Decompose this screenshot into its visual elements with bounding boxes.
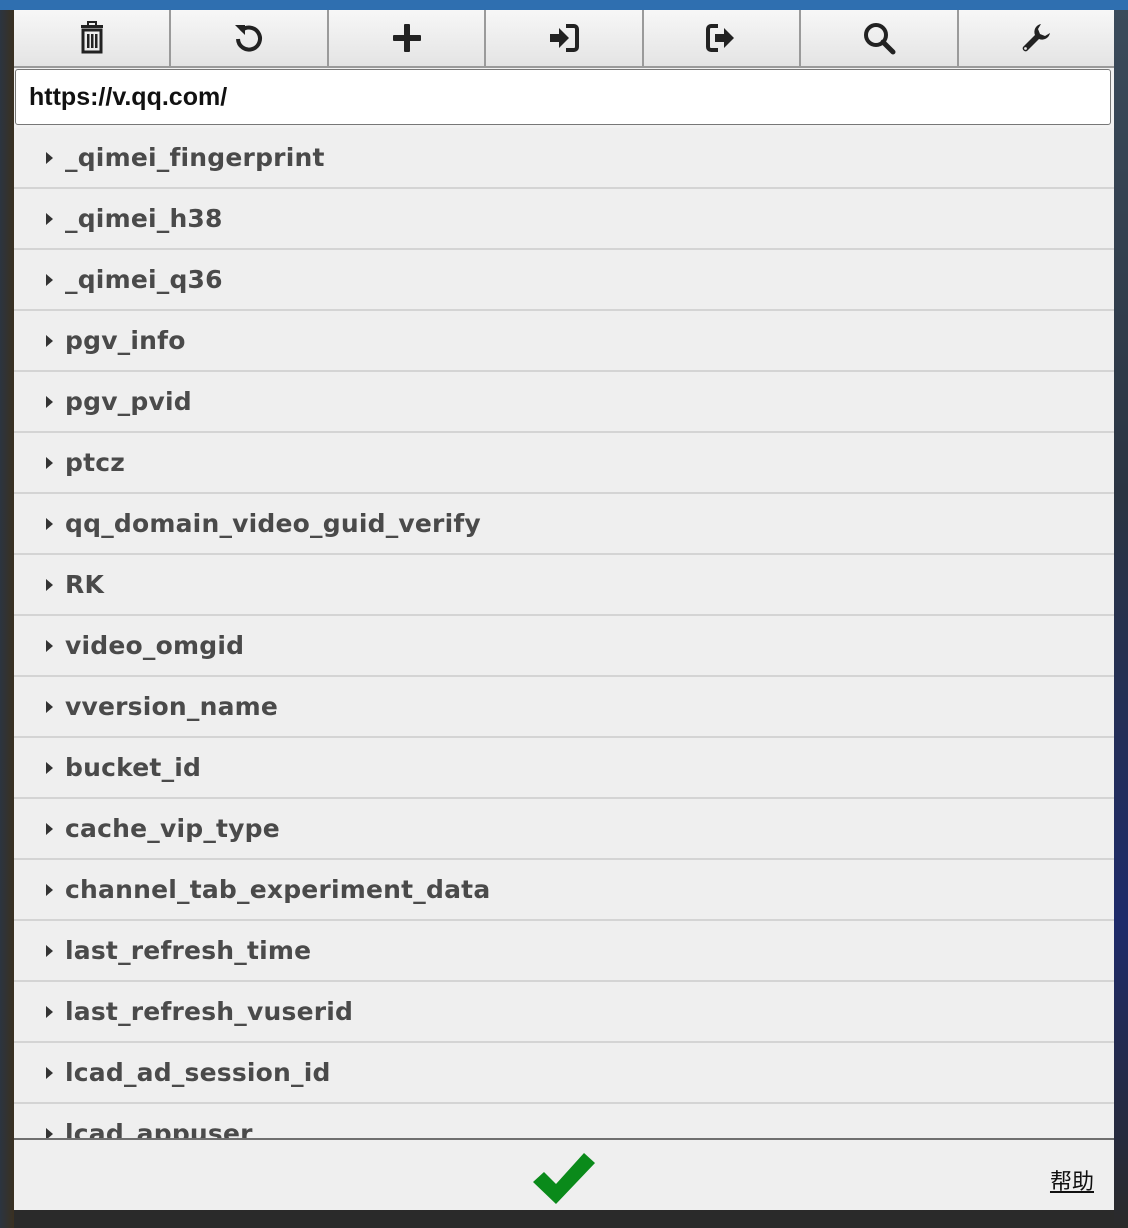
import-button[interactable] — [486, 10, 644, 66]
expand-caret-icon — [46, 639, 53, 652]
expand-caret-icon — [46, 212, 53, 225]
expand-caret-icon — [46, 1066, 53, 1079]
cookie-row[interactable]: RK — [14, 555, 1114, 616]
cookie-name: cache_vip_type — [65, 814, 280, 843]
cookie-row[interactable]: pgv_info — [14, 311, 1114, 372]
cookie-row[interactable]: _qimei_fingerprint — [14, 128, 1114, 189]
expand-caret-icon — [46, 151, 53, 164]
expand-caret-icon — [46, 883, 53, 896]
search-icon — [863, 23, 896, 55]
cookie-name: last_refresh_vuserid — [65, 997, 354, 1026]
expand-caret-icon — [46, 1127, 53, 1138]
cookie-row[interactable]: bucket_id — [14, 738, 1114, 799]
cookie-row[interactable]: _qimei_q36 — [14, 250, 1114, 311]
cookie-name: ptcz — [65, 448, 126, 477]
cookie-row[interactable]: _qimei_h38 — [14, 189, 1114, 250]
cookie-name: _qimei_fingerprint — [65, 143, 325, 172]
expand-caret-icon — [46, 761, 53, 774]
wrench-icon — [1022, 24, 1051, 52]
expand-caret-icon — [46, 700, 53, 713]
cookie-list: _qimei_fingerprint _qimei_h38 _qimei_q36pg… — [14, 128, 1114, 1138]
cookie-name: pgv_pvid — [65, 387, 192, 416]
trash-icon — [80, 21, 103, 54]
expand-caret-icon — [46, 1005, 53, 1018]
cookie-name: vversion_name — [65, 692, 279, 721]
export-button[interactable] — [643, 10, 802, 66]
footer: 帮助 — [14, 1138, 1114, 1210]
cookie-row[interactable]: last_refresh_vuserid — [14, 982, 1114, 1043]
refresh-icon — [235, 25, 263, 52]
settings-button[interactable] — [958, 10, 1114, 66]
cookie-row[interactable]: lcad_ad_session_id — [14, 1043, 1114, 1104]
expand-caret-icon — [46, 456, 53, 469]
cookie-name: channel_tab_experiment_data — [65, 875, 491, 904]
plus-icon — [392, 24, 421, 52]
cookie-name: RK — [65, 570, 105, 599]
cookie-name: bucket_id — [65, 753, 202, 782]
cookie-name: lcad_appuser — [65, 1119, 253, 1138]
cookie-editor-popup: _qimei_fingerprint _qimei_h38 _qimei_q36pg… — [14, 10, 1114, 1210]
cookie-row[interactable]: qq_domain_video_guid_verify — [14, 494, 1114, 555]
cookie-name: pgv_info — [65, 326, 186, 355]
cookie-row[interactable]: cache_vip_type — [14, 799, 1114, 860]
delete-all-button[interactable] — [14, 10, 172, 66]
url-input[interactable] — [15, 69, 1111, 125]
help-link[interactable]: 帮助 — [1050, 1164, 1094, 1196]
expand-caret-icon — [46, 822, 53, 835]
checkmark-icon — [533, 1153, 595, 1204]
cookie-row[interactable]: video_omgid — [14, 616, 1114, 677]
add-cookie-button[interactable] — [328, 10, 487, 66]
expand-caret-icon — [46, 578, 53, 591]
expand-caret-icon — [46, 517, 53, 530]
cookie-name: _qimei_h38 — [65, 204, 223, 233]
cookie-row[interactable]: ptcz — [14, 433, 1114, 494]
cookie-row[interactable]: vversion_name — [14, 677, 1114, 738]
background-right-strip — [1114, 10, 1128, 1228]
cookie-row[interactable]: pgv_pvid — [14, 372, 1114, 433]
browser-top-strip — [0, 0, 1128, 10]
url-field-container — [14, 68, 1114, 128]
expand-caret-icon — [46, 273, 53, 286]
cookie-name: video_omgid — [65, 631, 245, 660]
cookie-row[interactable]: last_refresh_time — [14, 921, 1114, 982]
cookie-row[interactable]: lcad_appuser — [14, 1104, 1114, 1138]
import-icon — [549, 24, 579, 52]
refresh-button[interactable] — [171, 10, 329, 66]
expand-caret-icon — [46, 395, 53, 408]
expand-caret-icon — [46, 944, 53, 957]
cookie-name: qq_domain_video_guid_verify — [65, 509, 481, 538]
cookie-row[interactable]: channel_tab_experiment_data — [14, 860, 1114, 921]
confirm-button[interactable] — [530, 1150, 598, 1206]
expand-caret-icon — [46, 334, 53, 347]
cookie-name: _qimei_q36 — [65, 265, 223, 294]
toolbar — [14, 10, 1114, 68]
cookie-name: lcad_ad_session_id — [65, 1058, 331, 1087]
search-button[interactable] — [801, 10, 959, 66]
cookie-name: last_refresh_time — [65, 936, 312, 965]
export-icon — [706, 24, 735, 52]
